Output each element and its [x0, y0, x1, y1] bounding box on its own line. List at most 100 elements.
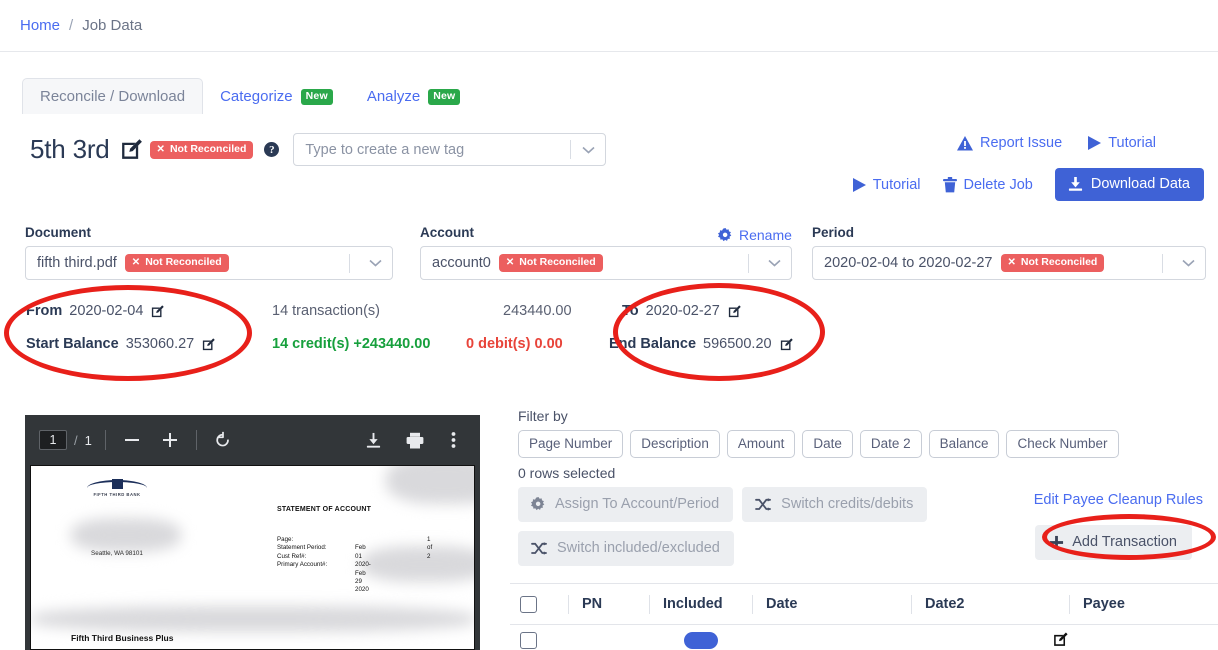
credits-label: 14 credit(s) +243440.00	[272, 336, 431, 352]
tab-label: Categorize	[220, 88, 293, 105]
included-toggle[interactable]	[683, 632, 718, 649]
row-checkbox[interactable]	[520, 631, 537, 649]
zoom-out-icon[interactable]	[119, 427, 145, 453]
logo-mark	[111, 479, 123, 489]
transactions-panel: Filter by Page Number Description Amount…	[502, 408, 1218, 566]
filter-chip-date-2[interactable]: Date 2	[859, 430, 922, 458]
switch-credits-debits-button[interactable]: Switch credits/debits	[742, 487, 928, 522]
filter-chip-page-number[interactable]: Page Number	[518, 430, 624, 458]
document-badge-label: Not Reconciled	[145, 256, 222, 268]
start-balance-stat: Start Balance 353060.27	[26, 336, 216, 352]
meta-label: Page:	[277, 536, 294, 543]
row-date2-cell	[911, 627, 1069, 648]
transaction-count: 14 transaction(s)	[272, 303, 380, 319]
period-status-badge: ✕ Not Reconciled	[1000, 254, 1105, 272]
period-select[interactable]: 2020-02-04 to 2020-02-27 ✕ Not Reconcile…	[812, 246, 1206, 280]
play-icon	[1088, 136, 1102, 150]
tutorial-button[interactable]: Tutorial	[852, 177, 921, 193]
filter-chip-check-number[interactable]: Check Number	[1006, 430, 1119, 458]
breadcrumb: Home / Job Data	[0, 0, 1218, 52]
row-included-cell	[649, 625, 752, 649]
to-stat: To 2020-02-27	[622, 303, 742, 319]
print-icon[interactable]	[402, 427, 428, 453]
statement-address: Seattle, WA 98101	[91, 550, 143, 557]
edit-payee-cleanup-rules-link[interactable]: Edit Payee Cleanup Rules	[1034, 492, 1203, 508]
tab-bar: Reconcile / Download Categorize New Anal…	[0, 78, 1218, 114]
divider	[349, 253, 350, 273]
filter-chip-balance[interactable]: Balance	[928, 430, 1000, 458]
edit-job-name-icon[interactable]	[119, 137, 144, 162]
from-stat: From 2020-02-04	[26, 303, 165, 319]
more-options-icon[interactable]	[440, 427, 466, 453]
tutorial-top-button[interactable]: Tutorial	[1088, 135, 1156, 151]
assign-to-account-period-button[interactable]: Assign To Account/Period	[518, 487, 734, 522]
zoom-in-icon[interactable]	[157, 427, 183, 453]
edit-end-balance-icon[interactable]	[779, 337, 794, 352]
statement-footer: Fifth Third Business Plus	[71, 633, 174, 643]
add-transaction-label: Add Transaction	[1072, 534, 1177, 550]
tab-label: Reconcile / Download	[40, 88, 186, 105]
download-data-button[interactable]: Download Data	[1054, 168, 1204, 201]
column-header-date[interactable]: Date	[752, 584, 911, 624]
add-transaction-button[interactable]: Add Transaction	[1035, 525, 1192, 560]
rotate-icon[interactable]	[210, 427, 236, 453]
row-select-cell	[510, 626, 568, 649]
select-all-cell	[510, 584, 568, 624]
document-select[interactable]: fifth third.pdf ✕ Not Reconciled	[25, 246, 393, 280]
column-header-date2[interactable]: Date2	[911, 584, 1069, 624]
rename-button[interactable]: Rename	[718, 227, 792, 243]
tab-categorize[interactable]: Categorize New	[203, 79, 350, 114]
warning-icon	[956, 135, 973, 151]
chevron-down-icon[interactable]	[358, 259, 392, 267]
shuffle-icon	[755, 497, 772, 512]
column-header-included[interactable]: Included	[649, 584, 752, 624]
edit-from-icon[interactable]	[150, 304, 165, 319]
delete-job-label: Delete Job	[963, 176, 1033, 193]
to-value: 2020-02-27	[645, 303, 720, 319]
account-value: account0	[432, 255, 491, 271]
pdf-page-separator: /	[74, 432, 78, 448]
column-header-pn[interactable]: PN	[568, 584, 649, 624]
period-value: 2020-02-04 to 2020-02-27	[824, 255, 993, 271]
page-title: 5th 3rd	[30, 134, 110, 164]
switch-included-excluded-button[interactable]: Switch included/excluded	[518, 531, 734, 566]
edit-to-icon[interactable]	[727, 304, 742, 319]
edit-row-icon[interactable]	[1052, 631, 1069, 648]
pdf-download-icon[interactable]	[360, 427, 386, 453]
period-field: Period 2020-02-04 to 2020-02-27 ✕ Not Re…	[812, 225, 1206, 280]
filter-chip-date[interactable]: Date	[802, 430, 853, 458]
redaction-blur	[31, 606, 474, 632]
switch-included-label: Switch included/excluded	[557, 540, 720, 556]
account-select[interactable]: account0 ✕ Not Reconciled	[420, 246, 792, 280]
chevron-down-icon[interactable]	[571, 146, 605, 154]
select-all-checkbox[interactable]	[520, 595, 537, 613]
report-issue-label: Report Issue	[979, 135, 1063, 151]
tab-analyze[interactable]: Analyze New	[350, 79, 478, 114]
total-amount: 243440.00	[503, 303, 572, 319]
breadcrumb-home-link[interactable]: Home	[20, 17, 60, 34]
download-icon	[1068, 176, 1083, 192]
new-badge: New	[428, 88, 461, 105]
shuffle-icon	[531, 541, 548, 556]
chevron-down-icon[interactable]	[757, 259, 791, 267]
document-field: Document fifth third.pdf ✕ Not Reconcile…	[25, 225, 393, 280]
chevron-down-icon[interactable]	[1171, 259, 1205, 267]
assign-label: Assign To Account/Period	[555, 496, 720, 512]
tab-reconcile-download[interactable]: Reconcile / Download	[22, 78, 204, 114]
period-label: Period	[812, 225, 855, 240]
filter-chip-description[interactable]: Description	[630, 430, 720, 458]
tag-input[interactable]: Type to create a new tag	[293, 133, 607, 166]
pdf-page-input[interactable]: 1	[39, 430, 67, 450]
delete-job-button[interactable]: Delete Job	[942, 176, 1033, 193]
edit-start-balance-icon[interactable]	[201, 337, 216, 352]
pdf-page: FIFTH THIRD BANK Seattle, WA 98101 STATE…	[30, 465, 475, 650]
table-row[interactable]	[510, 625, 1218, 649]
filter-chip-amount[interactable]: Amount	[726, 430, 796, 458]
column-header-payee[interactable]: Payee	[1069, 584, 1218, 624]
meta-label: Cust Ref#:	[277, 552, 307, 560]
meta-value: 1 of 2	[427, 536, 433, 560]
report-issue-button[interactable]: Report Issue	[956, 135, 1063, 151]
redaction-blur	[361, 546, 474, 582]
help-icon[interactable]: ?	[264, 142, 280, 157]
debits-stat: 0 debit(s) 0.00	[466, 336, 563, 352]
